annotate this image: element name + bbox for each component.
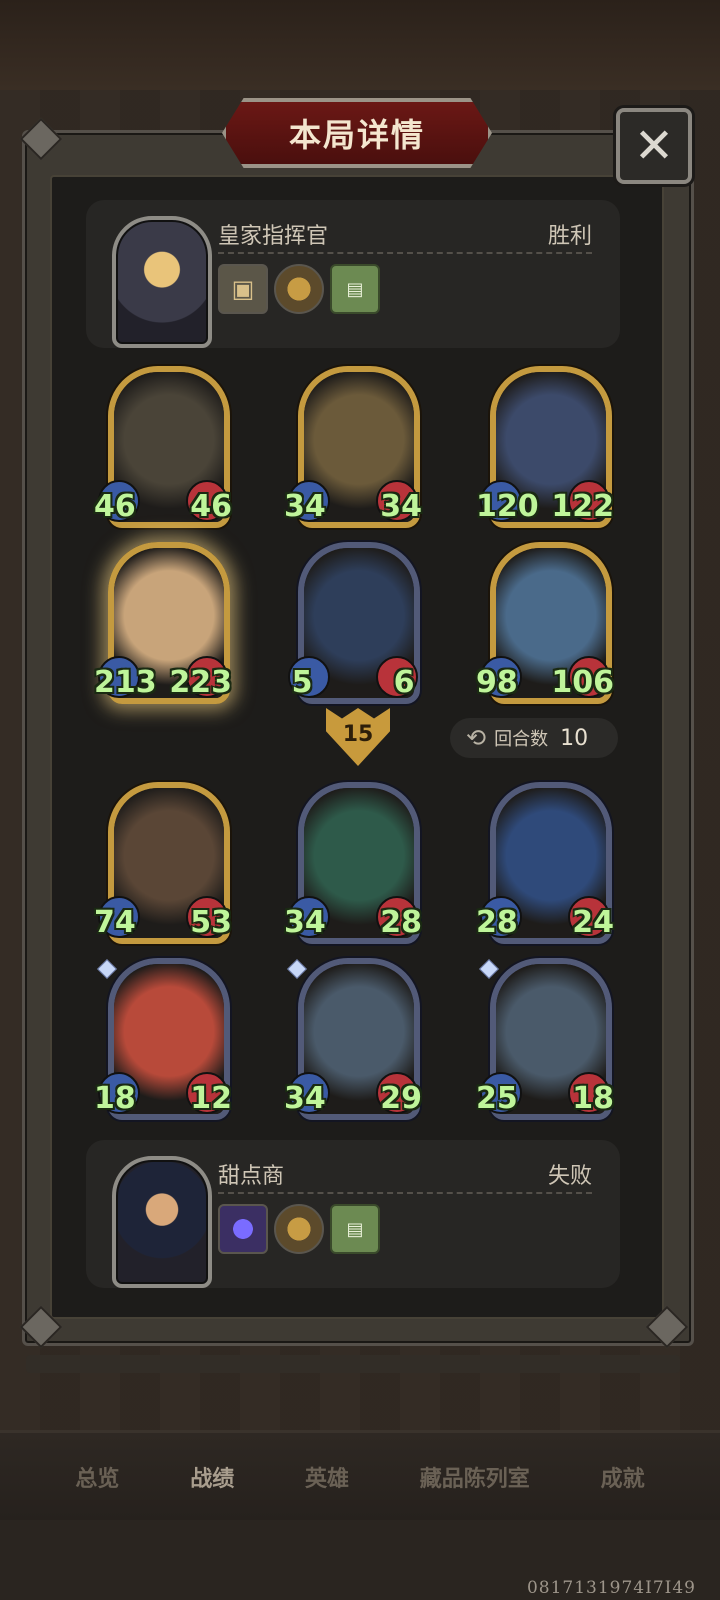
bottom-player-name: 甜点商 <box>218 1164 285 1189</box>
unit-card[interactable]: 46 46 <box>94 366 232 528</box>
unit-health: 18 <box>572 1081 614 1116</box>
close-icon: ✕ <box>633 118 675 174</box>
unit-attack: 34 <box>284 1081 326 1116</box>
page-title: 本局详情 <box>288 116 425 154</box>
user-id: 0817131974I7I49 <box>526 1578 696 1598</box>
top-player-name: 皇家指挥官 <box>218 224 329 249</box>
unit-attack: 5 <box>291 665 313 700</box>
unit-health: 106 <box>551 665 614 700</box>
photo-artifact-icon[interactable]: ▣ <box>218 264 268 314</box>
top-player-items: ▣ ◎ ▤ <box>218 264 380 314</box>
unit-card[interactable]: 34 28 <box>284 782 422 944</box>
unit-health: 12 <box>190 1081 232 1116</box>
panel-base <box>26 1355 680 1373</box>
unit-attack: 98 <box>476 665 518 700</box>
unit-card[interactable]: 34 29 <box>284 958 422 1120</box>
rounds-pill: ⟲ 回合数 10 <box>450 718 618 758</box>
crystal-mirror-icon[interactable]: ◆ <box>218 1204 268 1254</box>
unit-health: 34 <box>380 489 422 524</box>
pocket-watch-icon[interactable]: ◎ <box>274 264 324 314</box>
repeat-icon: ⟲ <box>466 724 487 752</box>
tab-collection[interactable]: 藏品陈列室 <box>420 1461 530 1493</box>
damage-value: 15 <box>342 721 374 747</box>
unit-health: 223 <box>169 665 232 700</box>
unit-card[interactable]: 74 53 <box>94 782 232 944</box>
unit-health: 28 <box>380 905 422 940</box>
unit-card[interactable]: 213 223 <box>94 542 232 704</box>
top-player-avatar[interactable] <box>112 216 212 348</box>
bottom-tab-bar: 总览 战绩 英雄 藏品陈列室 成就 <box>0 1430 720 1520</box>
unit-attack: 18 <box>94 1081 136 1116</box>
unit-health: 24 <box>572 905 614 940</box>
unit-attack: 74 <box>94 905 136 940</box>
unit-health: 122 <box>551 489 614 524</box>
tab-records[interactable]: 战绩 <box>190 1461 234 1493</box>
unit-card[interactable]: 18 12 <box>94 958 232 1120</box>
unit-health: 46 <box>190 489 232 524</box>
rounds-value: 10 <box>560 725 589 751</box>
tab-heroes[interactable]: 英雄 <box>305 1461 349 1493</box>
unit-health: 6 <box>393 665 415 700</box>
pocket-watch-icon[interactable]: ◎ <box>274 1204 324 1254</box>
unit-card[interactable]: 28 24 <box>476 782 614 944</box>
unit-card[interactable]: 56 <box>288 542 420 704</box>
unit-health: 29 <box>380 1081 422 1116</box>
bottom-player-result: 失败 <box>547 1164 592 1189</box>
tab-overview[interactable]: 总览 <box>75 1461 119 1493</box>
bottom-player-card: 甜点商 失败 ◆ ◎ ▤ <box>86 1140 620 1288</box>
top-player-result: 胜利 <box>547 224 592 249</box>
unit-attack: 120 <box>476 489 539 524</box>
divider <box>218 252 592 254</box>
rounds-label: 回合数 <box>494 729 549 750</box>
green-book-icon[interactable]: ▤ <box>330 1204 380 1254</box>
unit-attack: 28 <box>476 905 518 940</box>
unit-health: 53 <box>190 905 232 940</box>
unit-card[interactable]: 34 34 <box>284 366 422 528</box>
tab-achievements[interactable]: 成就 <box>601 1461 645 1493</box>
green-book-icon[interactable]: ▤ <box>330 264 380 314</box>
unit-attack: 25 <box>476 1081 518 1116</box>
unit-card[interactable]: 98 106 <box>476 542 614 704</box>
unit-card[interactable]: 120 122 <box>476 366 614 528</box>
top-shade <box>0 0 720 90</box>
close-button[interactable]: ✕ <box>616 108 692 184</box>
title-plate: 本局详情 <box>222 98 492 168</box>
bottom-player-avatar[interactable] <box>112 1156 212 1288</box>
unit-attack: 46 <box>94 489 136 524</box>
unit-attack: 34 <box>284 905 326 940</box>
divider <box>218 1192 592 1194</box>
bottom-player-items: ◆ ◎ ▤ <box>218 1204 380 1254</box>
unit-attack: 213 <box>94 665 157 700</box>
top-player-card: 皇家指挥官 胜利 ▣ ◎ ▤ <box>86 200 620 348</box>
unit-card[interactable]: 25 18 <box>476 958 614 1120</box>
unit-attack: 34 <box>284 489 326 524</box>
